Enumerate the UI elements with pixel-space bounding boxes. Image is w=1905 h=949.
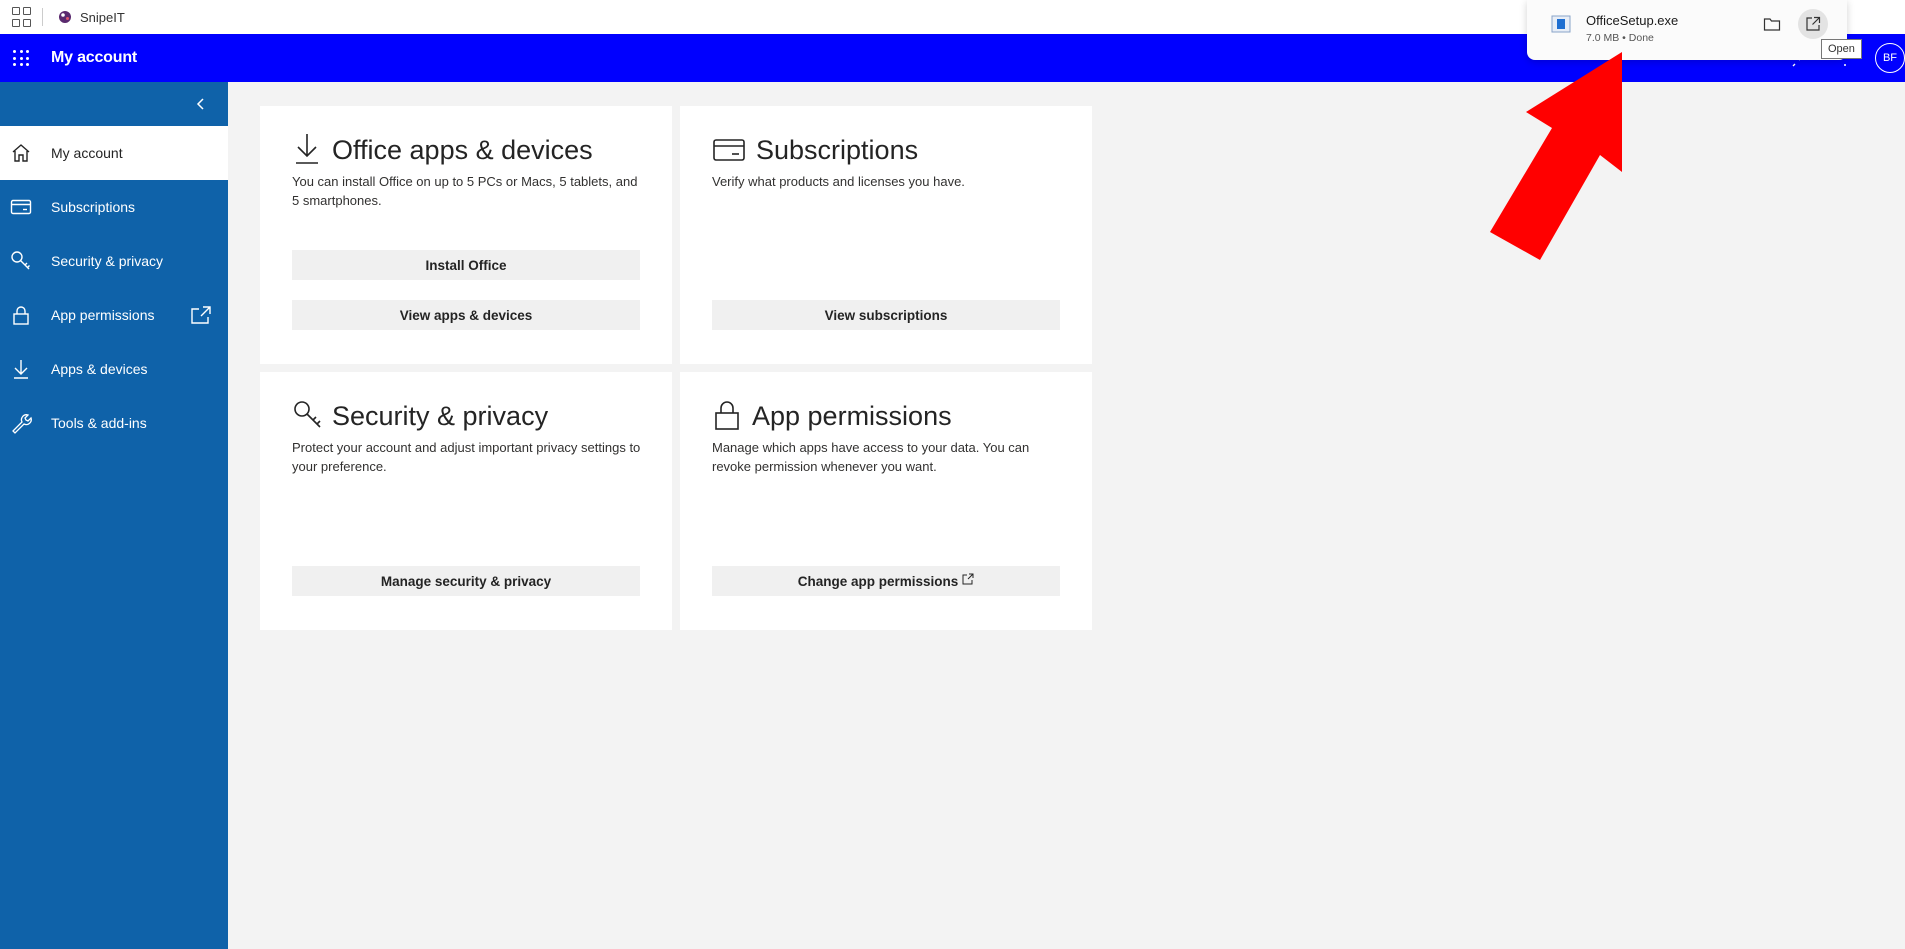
card-description: Verify what products and licenses you ha…: [712, 174, 965, 189]
card-description: You can install Office on up to 5 PCs or…: [292, 174, 638, 208]
installer-file-icon: [1551, 15, 1571, 33]
open-file-button[interactable]: [1798, 9, 1828, 39]
folder-icon[interactable]: [1763, 15, 1781, 33]
sidebar-item-subscriptions[interactable]: Subscriptions: [0, 180, 228, 234]
view-apps-devices-button[interactable]: View apps & devices: [292, 300, 640, 330]
card-title: Security & privacy: [332, 401, 549, 431]
sidebar-item-tools-addins[interactable]: Tools & add-ins: [0, 396, 228, 450]
app-permissions-card: App permissions Manage which apps have a…: [680, 372, 1092, 630]
download-file-name[interactable]: OfficeSetup.exe: [1586, 13, 1678, 28]
bookmark-separator: [42, 8, 43, 26]
external-link-icon: [962, 573, 974, 585]
collapse-row: [0, 82, 228, 126]
sidebar-item-apps-devices[interactable]: Apps & devices: [0, 342, 228, 396]
key-icon: [294, 401, 321, 428]
download-popup: OfficeSetup.exe 7.0 MB • Done: [1527, 0, 1847, 60]
download-icon: [296, 134, 318, 164]
sidebar-item-label: Security & privacy: [51, 253, 164, 269]
change-app-permissions-button[interactable]: Change app permissions: [712, 566, 1060, 596]
view-subscriptions-button[interactable]: View subscriptions: [712, 300, 1060, 330]
card-description: Manage which apps have access to your da…: [712, 440, 1030, 474]
sidebar-item-app-permissions[interactable]: App permissions: [0, 288, 228, 342]
avatar[interactable]: BF: [1875, 43, 1905, 73]
external-link-icon: [191, 306, 211, 324]
app-title[interactable]: My account: [51, 49, 137, 67]
install-office-button[interactable]: Install Office: [292, 250, 640, 280]
card-title: App permissions: [752, 401, 952, 431]
card-description: Protect your account and adjust importan…: [292, 440, 641, 474]
card-icon: [9, 195, 33, 219]
manage-security-privacy-button[interactable]: Manage security & privacy: [292, 566, 640, 596]
sidebar-item-label: Subscriptions: [51, 199, 136, 215]
card-icon: [713, 139, 745, 161]
sidebar-item-label: My account: [51, 145, 123, 161]
download-meta: 7.0 MB • Done: [1586, 32, 1654, 44]
button-label: Change app permissions: [797, 573, 959, 589]
app-launcher-icon[interactable]: [13, 50, 29, 66]
sidebar: My account Subscriptions Security & priv…: [0, 82, 228, 949]
open-tooltip: Open: [1821, 39, 1862, 59]
subscriptions-card: Subscriptions Verify what products and l…: [680, 106, 1092, 364]
card-title: Subscriptions: [756, 135, 919, 165]
wrench-icon: [9, 411, 33, 435]
home-icon: [9, 141, 33, 165]
lock-icon: [9, 303, 33, 327]
open-external-icon: [1806, 16, 1821, 31]
sidebar-item-label: Apps & devices: [51, 361, 148, 377]
red-arrow-annotation: [1490, 52, 1622, 260]
sidebar-item-security-privacy[interactable]: Security & privacy: [0, 234, 228, 288]
sidebar-item-my-account[interactable]: My account: [0, 126, 228, 180]
snipeit-favicon-icon[interactable]: [57, 9, 73, 25]
bookmark-snipeit[interactable]: SnipeIT: [80, 10, 125, 25]
chevron-left-icon[interactable]: [194, 97, 208, 111]
office-apps-card: Office apps & devices You can install Of…: [260, 106, 672, 364]
apps-grid-icon[interactable]: [12, 7, 32, 27]
security-privacy-card: Security & privacy Protect your account …: [260, 372, 672, 630]
download-icon: [9, 357, 33, 381]
card-title: Office apps & devices: [332, 135, 593, 165]
lock-icon: [715, 401, 739, 430]
sidebar-item-label: App permissions: [51, 307, 155, 323]
sidebar-item-label: Tools & add-ins: [51, 415, 147, 431]
key-icon: [9, 249, 33, 273]
